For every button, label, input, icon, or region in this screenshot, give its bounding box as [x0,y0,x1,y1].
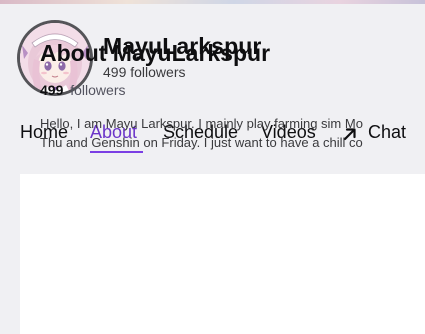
about-follower-stat: 499 followers [40,82,126,98]
about-bio: Hello, I am Mayu Larkspur. I mainly play… [40,114,425,152]
about-heading: About MayuLarkspur [40,40,271,66]
banner-strip [0,0,425,4]
about-panel [20,174,425,334]
bio-line: Hello, I am Mayu Larkspur. I mainly play… [40,116,363,131]
bio-line: Thu and Genshin on Friday. I just want t… [40,135,363,150]
about-follower-label: followers [70,82,126,98]
about-follower-number: 499 [40,82,64,98]
